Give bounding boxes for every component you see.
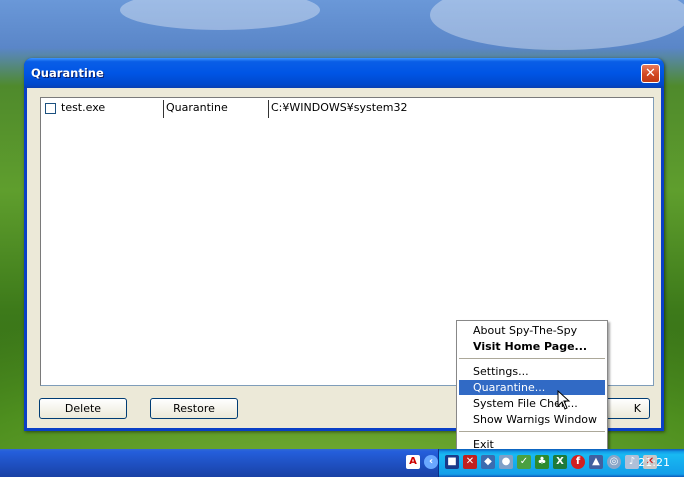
close-button[interactable]: ✕ bbox=[641, 64, 660, 83]
column-divider bbox=[163, 100, 164, 118]
chevron-left-icon[interactable]: ‹ bbox=[424, 455, 438, 469]
file-name-cell: test.exe bbox=[61, 101, 106, 114]
leaf-icon[interactable]: ♣ bbox=[535, 455, 549, 469]
network-icon[interactable]: ✕ bbox=[463, 455, 477, 469]
volume-icon[interactable]: ♪ bbox=[625, 455, 639, 469]
status-cell: Quarantine bbox=[166, 101, 228, 114]
restore-button[interactable]: Restore bbox=[150, 398, 238, 419]
spy-icon[interactable]: ■ bbox=[445, 455, 459, 469]
menu-separator bbox=[459, 431, 605, 432]
tray-context-menu: About Spy-The-Spy Visit Home Page... Set… bbox=[456, 320, 608, 455]
cloud bbox=[430, 0, 684, 50]
menu-item-settings[interactable]: Settings... bbox=[459, 364, 605, 379]
mouse-pointer-icon bbox=[557, 390, 571, 410]
path-cell: C:¥WINDOWS¥system32 bbox=[271, 101, 408, 114]
shield-icon[interactable]: ◆ bbox=[481, 455, 495, 469]
cloud bbox=[120, 0, 320, 30]
menu-item-system-file-check[interactable]: System File Chek... bbox=[459, 396, 605, 411]
item-checkbox[interactable] bbox=[45, 103, 56, 114]
adobe-icon[interactable]: A bbox=[406, 455, 420, 469]
window-title: Quarantine bbox=[31, 66, 104, 80]
list-item[interactable]: test.exe Quarantine C:¥WINDOWS¥system32 bbox=[41, 100, 653, 118]
excel-icon[interactable]: X bbox=[553, 455, 567, 469]
menu-item-show-warnings-window[interactable]: Show Warnigs Window bbox=[459, 412, 605, 427]
tool-icon[interactable]: ✓ bbox=[517, 455, 531, 469]
security-icon[interactable]: ▲ bbox=[589, 455, 603, 469]
menu-item-visit-home-page[interactable]: Visit Home Page... bbox=[459, 339, 605, 354]
menu-item-label: System File Che bbox=[473, 397, 561, 410]
title-bar[interactable]: Quarantine ✕ bbox=[24, 58, 664, 88]
delete-button[interactable]: Delete bbox=[39, 398, 127, 419]
menu-item-quarantine[interactable]: Quarantine... bbox=[459, 380, 605, 395]
column-divider bbox=[268, 100, 269, 118]
menu-separator bbox=[459, 358, 605, 359]
flash-icon[interactable]: f bbox=[571, 455, 585, 469]
taskbar-clock[interactable]: 21:21 bbox=[638, 456, 670, 469]
globe-icon[interactable]: ◎ bbox=[607, 455, 621, 469]
menu-item-about[interactable]: About Spy-The-Spy bbox=[459, 323, 605, 338]
close-icon: ✕ bbox=[645, 66, 656, 81]
user-icon[interactable]: ● bbox=[499, 455, 513, 469]
